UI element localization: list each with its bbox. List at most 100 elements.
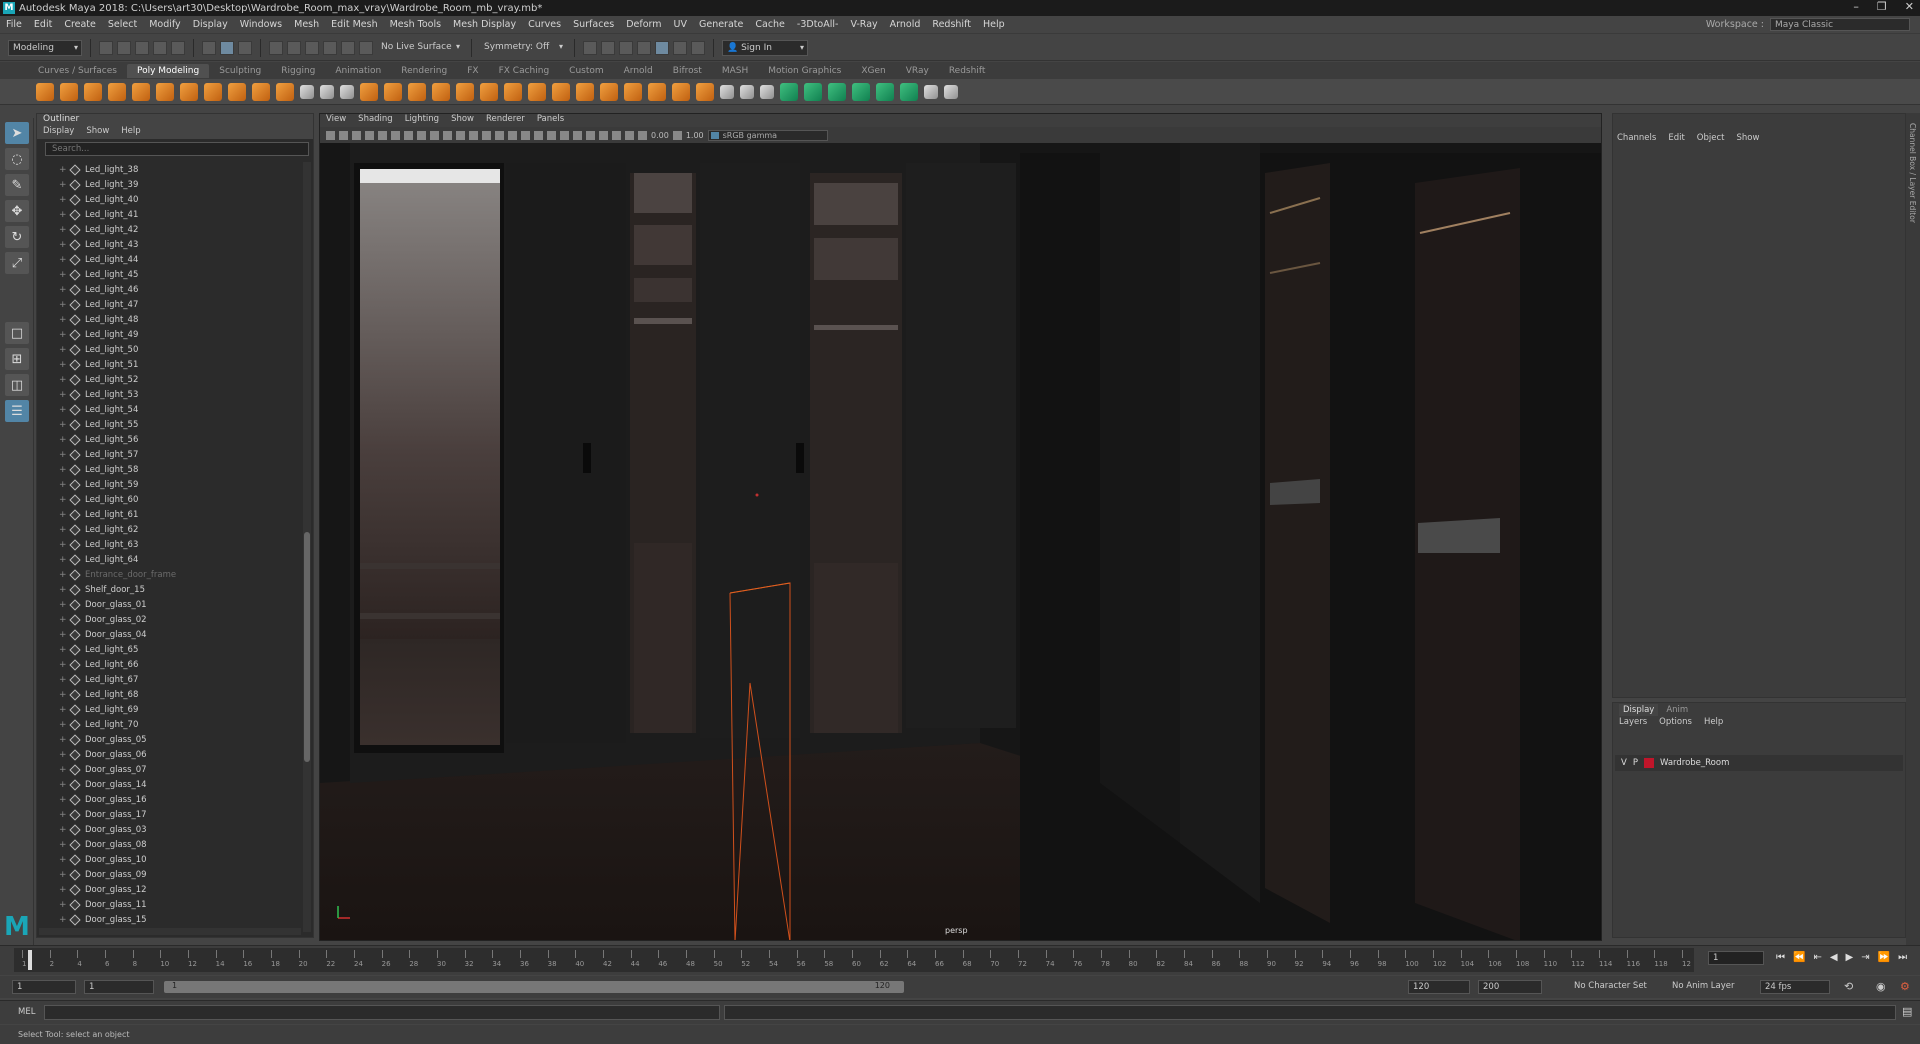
outliner-item[interactable]: + Led_light_58 <box>37 462 303 477</box>
shadows-icon[interactable] <box>560 130 569 140</box>
menu-modify[interactable]: Modify <box>143 19 186 30</box>
multi-cut-icon[interactable] <box>528 82 546 101</box>
expand-icon[interactable]: + <box>59 375 69 385</box>
lasso-tool-icon[interactable]: ◌ <box>5 148 29 170</box>
expand-icon[interactable]: + <box>59 180 69 190</box>
expand-icon[interactable]: + <box>59 555 69 565</box>
menu-mesh-display[interactable]: Mesh Display <box>447 19 522 30</box>
uv-spherical-icon[interactable] <box>852 82 870 101</box>
anim-prefs-icon[interactable]: ⚙ <box>1900 980 1910 993</box>
outliner-item[interactable]: + Led_light_51 <box>37 357 303 372</box>
vp-menu-panels[interactable]: Panels <box>537 114 564 127</box>
ipr-render-icon[interactable] <box>619 40 633 55</box>
outliner-item[interactable]: + Led_light_44 <box>37 252 303 267</box>
outliner-item[interactable]: + Led_light_69 <box>37 702 303 717</box>
expand-icon[interactable]: + <box>59 300 69 310</box>
slide-edge-icon[interactable] <box>740 84 754 99</box>
image-plane-icon[interactable] <box>365 130 374 140</box>
color-space-select[interactable]: sRGB gamma <box>707 129 828 141</box>
field-chart-icon[interactable] <box>456 130 465 140</box>
outliner-menu-show[interactable]: Show <box>86 126 109 139</box>
animation-end-field[interactable]: 200 <box>1478 980 1542 994</box>
bevel-icon[interactable] <box>432 82 450 101</box>
extrude-icon[interactable] <box>384 82 402 101</box>
outliner-item[interactable]: + Door_glass_05 <box>37 732 303 747</box>
wireframe-icon[interactable] <box>495 130 504 140</box>
anti-aliasing-icon[interactable] <box>599 130 608 140</box>
insert-edge-loop-icon[interactable] <box>552 82 570 101</box>
mel-command-input[interactable] <box>44 1005 720 1020</box>
outliner-item[interactable]: + Door_glass_07 <box>37 762 303 777</box>
poly-text-icon[interactable] <box>252 82 270 101</box>
expand-icon[interactable]: + <box>59 855 69 865</box>
uv-auto-icon[interactable] <box>804 82 822 101</box>
safe-action-icon[interactable] <box>469 130 478 140</box>
outliner-h-scrollbar[interactable] <box>39 928 301 935</box>
shelf-tab-rendering[interactable]: Rendering <box>391 64 457 78</box>
shelf-tab-sculpting[interactable]: Sculpting <box>209 64 271 78</box>
minimize-icon[interactable]: – <box>1853 0 1859 13</box>
menu-file[interactable]: File <box>0 19 28 30</box>
menu-select[interactable]: Select <box>102 19 143 30</box>
offset-edge-loop-icon[interactable] <box>576 82 594 101</box>
go-to-end-icon[interactable]: ⏭ <box>1898 952 1907 963</box>
smooth-icon[interactable] <box>340 84 354 99</box>
save-scene-icon[interactable] <box>135 40 149 55</box>
expand-icon[interactable]: + <box>59 450 69 460</box>
outliner-item[interactable]: + Led_light_39 <box>37 177 303 192</box>
rotate-tool-icon[interactable]: ↻ <box>5 226 29 248</box>
outliner-item[interactable]: + Door_glass_14 <box>37 777 303 792</box>
expand-icon[interactable]: + <box>59 885 69 895</box>
vp-menu-lighting[interactable]: Lighting <box>405 114 439 127</box>
snap-view-icon[interactable] <box>323 40 337 55</box>
layer-menu-help[interactable]: Help <box>1704 717 1723 729</box>
two-view-icon[interactable]: ◫ <box>5 374 29 396</box>
wedge-icon[interactable] <box>696 82 714 101</box>
expand-icon[interactable]: + <box>59 390 69 400</box>
shelf-tab-custom[interactable]: Custom <box>559 64 613 78</box>
vp-menu-view[interactable]: View <box>326 114 346 127</box>
exposure-icon[interactable] <box>638 130 647 140</box>
camera-attr-icon[interactable] <box>326 130 335 140</box>
outliner-item[interactable]: + Shelf_door_15 <box>37 582 303 597</box>
expand-icon[interactable]: + <box>59 510 69 520</box>
2d-pan-icon[interactable] <box>378 130 387 140</box>
go-to-start-icon[interactable]: ⏮ <box>1776 952 1785 963</box>
step-forward-frame-icon[interactable]: ⇥ <box>1861 952 1869 963</box>
merge-icon[interactable] <box>504 82 522 101</box>
scroll-thumb[interactable] <box>304 532 310 762</box>
poly-torus-icon[interactable] <box>132 82 150 101</box>
snap-point-icon[interactable] <box>305 40 319 55</box>
step-back-key-icon[interactable]: ⏪ <box>1793 952 1805 963</box>
snap-grid-icon[interactable] <box>269 40 283 55</box>
shelf-tab-bifrost[interactable]: Bifrost <box>663 64 712 78</box>
expand-icon[interactable]: + <box>59 720 69 730</box>
outliner-item[interactable]: + Led_light_70 <box>37 717 303 732</box>
single-view-icon[interactable]: □ <box>5 322 29 344</box>
separate-icon[interactable] <box>320 84 334 99</box>
outliner-item[interactable]: + Entrance_door_frame <box>37 567 303 582</box>
shelf-tab-fx[interactable]: FX <box>457 64 488 78</box>
outliner-item[interactable]: + Led_light_66 <box>37 657 303 672</box>
vray-render-icon[interactable] <box>673 40 687 55</box>
shelf-tab-motion-graphics[interactable]: Motion Graphics <box>758 64 851 78</box>
shelf-tab-poly-modeling[interactable]: Poly Modeling <box>126 63 210 78</box>
shelf-tab-arnold[interactable]: Arnold <box>614 64 663 78</box>
layer-tab-anim[interactable]: Anim <box>1662 704 1692 716</box>
menu-redshift[interactable]: Redshift <box>926 19 977 30</box>
cb-menu-edit[interactable]: Edit <box>1668 133 1684 145</box>
mirror-icon[interactable] <box>924 84 938 99</box>
expand-icon[interactable]: + <box>59 405 69 415</box>
outliner-item[interactable]: + Door_glass_09 <box>37 867 303 882</box>
shelf-tab-vray[interactable]: VRay <box>896 64 939 78</box>
undo-icon[interactable] <box>153 40 167 55</box>
maximize-icon[interactable]: ❐ <box>1877 0 1887 13</box>
expand-icon[interactable]: + <box>59 705 69 715</box>
gate-mask-icon[interactable] <box>443 130 452 140</box>
time-slider-bar[interactable]: 1 2 4 6 8 10 12 14 16 18 20 22 24 26 28 30 32 34 36 38 40 42 4… <box>14 948 1694 972</box>
connect-icon[interactable] <box>648 82 666 101</box>
expand-icon[interactable]: + <box>59 495 69 505</box>
grid-icon[interactable] <box>404 130 413 140</box>
outliner-item[interactable]: + Door_glass_08 <box>37 837 303 852</box>
anim-layer-select[interactable]: No Anim Layer <box>1668 980 1752 994</box>
